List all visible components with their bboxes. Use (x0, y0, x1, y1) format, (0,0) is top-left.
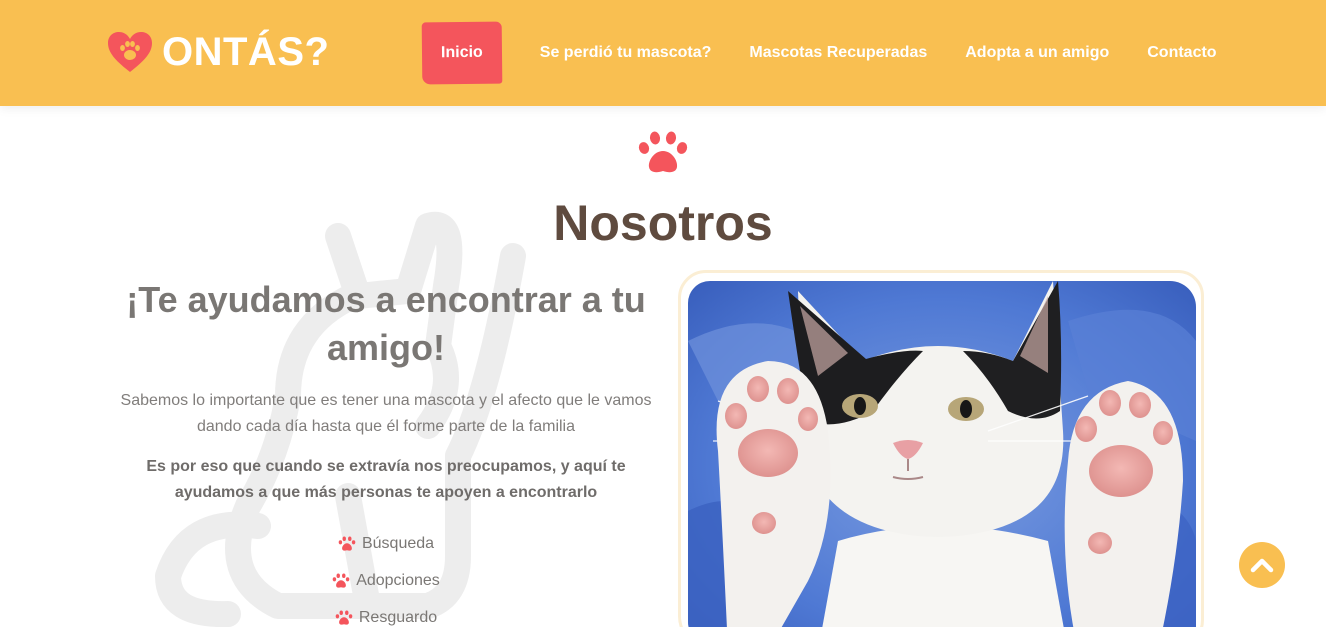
chevron-up-icon (1250, 558, 1274, 573)
brand-name: ONTÁS? (162, 29, 330, 74)
nav-adopt[interactable]: Adopta a un amigo (965, 22, 1109, 84)
feature-label: Adopciones (356, 571, 440, 589)
section-title: Nosotros (553, 195, 773, 251)
features-list: Búsqueda Adopciones Resguardo (110, 525, 662, 627)
nav-contact[interactable]: Contacto (1147, 22, 1216, 84)
heart-paw-icon (108, 32, 152, 72)
emphasis-paragraph: Es por eso que cuando se extravía nos pr… (146, 458, 626, 501)
feature-item-resguardo: Resguardo (110, 599, 662, 627)
nav-lost-pet[interactable]: Se perdió tu mascota? (540, 22, 712, 84)
nav-recovered-pets[interactable]: Mascotas Recuperadas (749, 22, 927, 84)
kitten-photo (688, 281, 1196, 627)
hero-heading: ¡Te ayudamos a encontrar a tu amigo! (126, 279, 646, 368)
feature-label: Búsqueda (361, 534, 435, 552)
photo-frame (678, 270, 1204, 627)
feature-item-busqueda: Búsqueda (110, 525, 662, 562)
top-navbar: ONTÁS? Inicio Se perdió tu mascota? Masc… (0, 0, 1326, 106)
nav-inicio[interactable]: Inicio (421, 21, 503, 85)
paw-icon (335, 610, 353, 625)
feature-label: Resguardo (358, 608, 438, 626)
feature-item-adopciones: Adopciones (110, 562, 662, 599)
paw-icon (338, 536, 356, 551)
paw-icon (332, 573, 350, 588)
brand-logo[interactable]: ONTÁS? (106, 28, 329, 76)
intro-paragraph: Sabemos lo importante que es tener una m… (120, 392, 652, 435)
main-nav: Inicio Se perdió tu mascota? Mascotas Re… (421, 21, 1255, 85)
back-to-top-button[interactable] (1239, 542, 1285, 588)
paw-icon (638, 131, 688, 173)
